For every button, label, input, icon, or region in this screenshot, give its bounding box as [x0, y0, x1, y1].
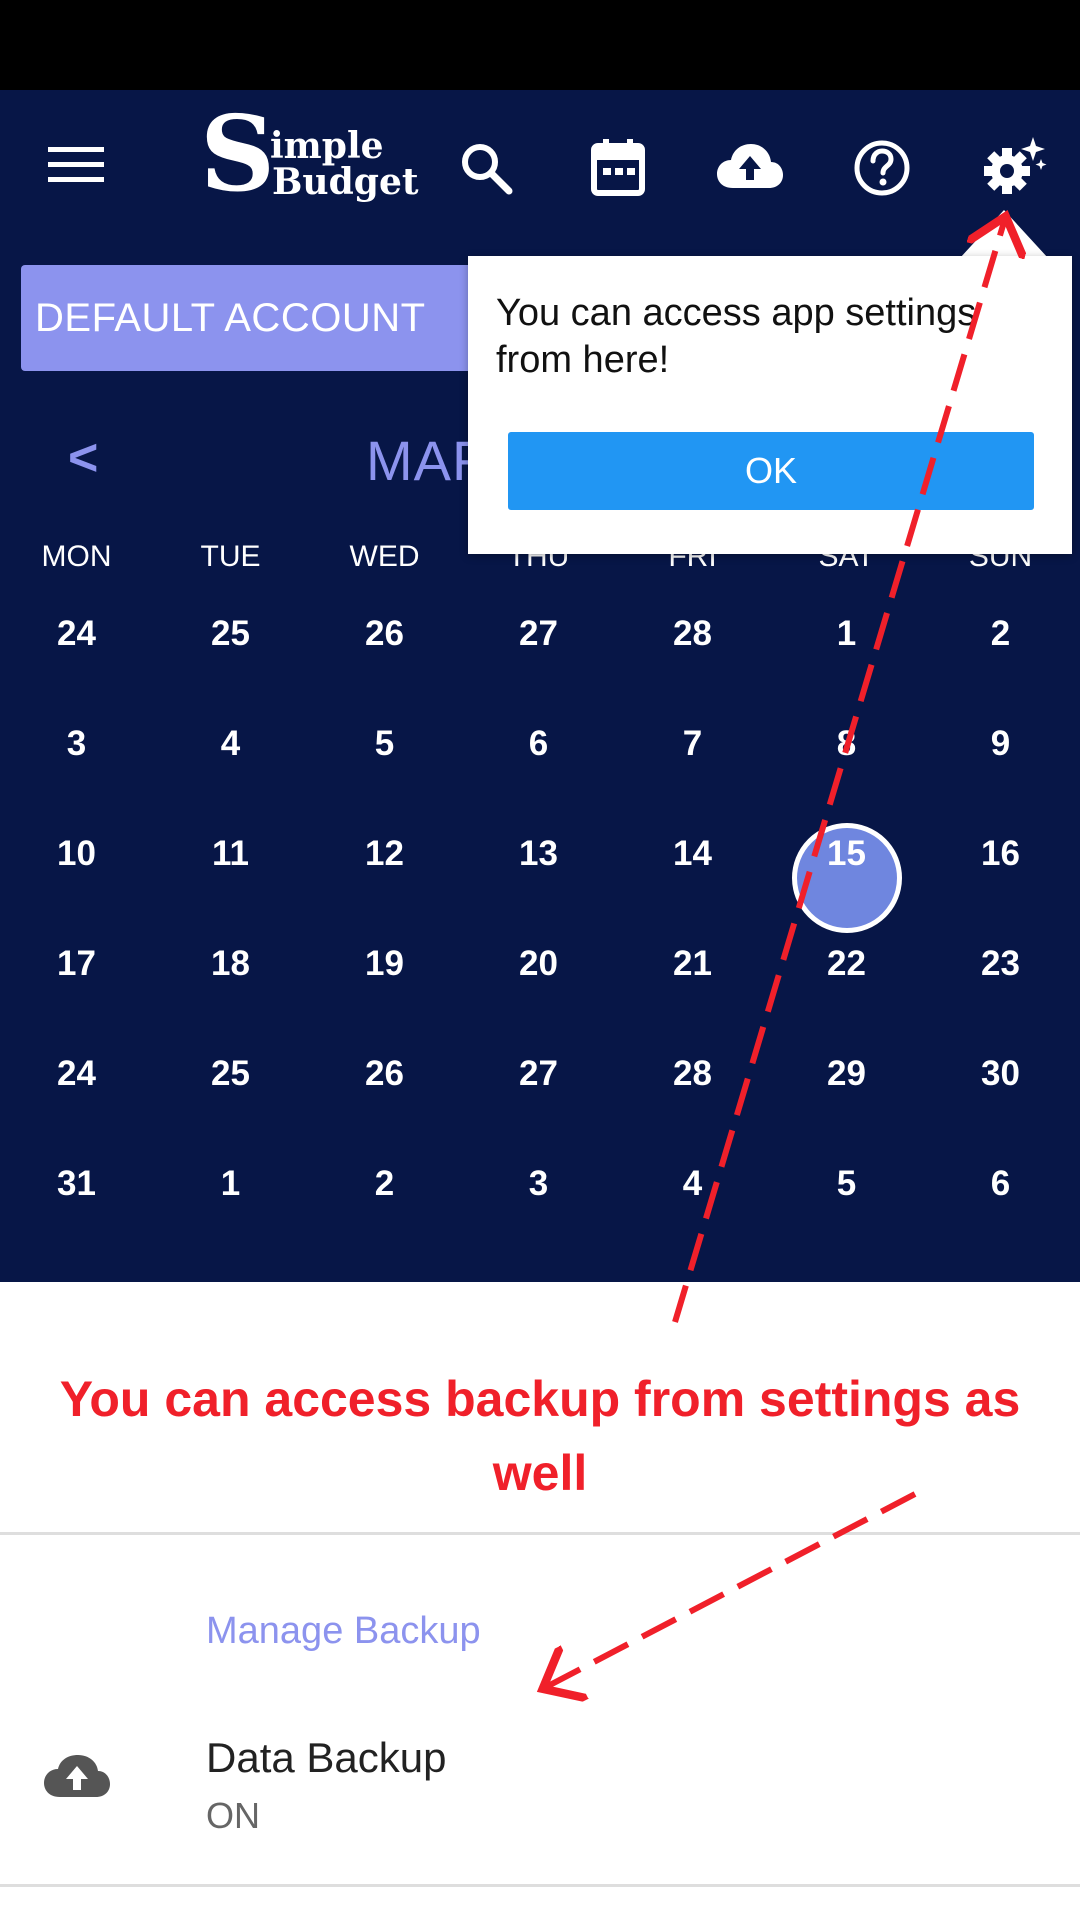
tooltip-ok-button[interactable]: OK [508, 432, 1034, 510]
calendar-day[interactable]: 14 [616, 834, 769, 874]
cloud-upload-icon [42, 1753, 116, 1803]
logo-word-budget: Budget [272, 161, 419, 203]
calendar-day[interactable]: 8 [770, 724, 923, 764]
calendar-day[interactable]: 19 [308, 944, 461, 984]
calendar-day[interactable]: 13 [462, 834, 615, 874]
search-icon[interactable] [456, 138, 516, 198]
calendar-day[interactable]: 12 [308, 834, 461, 874]
calendar-day[interactable]: 27 [462, 1054, 615, 1094]
annotation-text: You can access backup from settings as w… [0, 1362, 1080, 1510]
status-bar [0, 0, 1080, 90]
weekday-wed: WED [349, 540, 420, 573]
calendar-day[interactable]: 20 [462, 944, 615, 984]
help-circle-icon[interactable] [852, 138, 912, 198]
calendar-day[interactable]: 24 [0, 614, 153, 654]
divider-bottom [0, 1884, 1080, 1887]
calendar-day[interactable]: 28 [616, 614, 769, 654]
calendar-day[interactable]: 22 [770, 944, 923, 984]
calendar-day[interactable]: 3 [0, 724, 153, 764]
annotation-line-2: well [492, 1445, 588, 1501]
calendar-day[interactable]: 31 [0, 1164, 153, 1204]
calendar-day[interactable]: 11 [154, 834, 307, 874]
calendar-day[interactable]: 29 [770, 1054, 923, 1094]
calendar-day[interactable]: 25 [154, 1054, 307, 1094]
cloud-upload-icon[interactable] [714, 140, 786, 194]
logo-letter: S [200, 92, 276, 215]
calendar-day[interactable]: 25 [154, 614, 307, 654]
calendar-day[interactable]: 28 [616, 1054, 769, 1094]
weekday-tue: TUE [200, 540, 261, 573]
calendar-day[interactable]: 26 [308, 614, 461, 654]
data-backup-title: Data Backup [206, 1734, 447, 1781]
calendar-day[interactable]: 30 [924, 1054, 1077, 1094]
calendar-day[interactable]: 5 [770, 1164, 923, 1204]
calendar-day[interactable]: 15 [770, 834, 923, 874]
logo-word-simple: imple [270, 125, 384, 167]
calendar-day[interactable]: 4 [154, 724, 307, 764]
calendar-day[interactable]: 21 [616, 944, 769, 984]
calendar-day[interactable]: 10 [0, 834, 153, 874]
hamburger-menu-icon[interactable] [44, 140, 108, 190]
calendar-day[interactable]: 27 [462, 614, 615, 654]
settings-category-manage-backup: Manage Backup [206, 1610, 481, 1652]
calendar-day[interactable]: 6 [924, 1164, 1077, 1204]
weekday-mon: MON [41, 540, 112, 573]
calendar-day[interactable]: 1 [770, 614, 923, 654]
calendar-day[interactable]: 2 [308, 1164, 461, 1204]
annotation-line-1: You can access backup from settings as [59, 1371, 1021, 1427]
calendar-day[interactable]: 9 [924, 724, 1077, 764]
calendar-day[interactable]: 2 [924, 614, 1077, 654]
settings-gear-icon[interactable] [980, 134, 1048, 198]
calendar-day[interactable]: 16 [924, 834, 1077, 874]
calendar-day[interactable]: 5 [308, 724, 461, 764]
settings-tooltip: You can access app settings from here! O… [468, 256, 1072, 554]
calendar-day[interactable]: 4 [616, 1164, 769, 1204]
calendar-day[interactable]: 7 [616, 724, 769, 764]
calendar-day[interactable]: 24 [0, 1054, 153, 1094]
calendar-day[interactable]: 26 [308, 1054, 461, 1094]
calendar-day[interactable]: 23 [924, 944, 1077, 984]
simple-budget-logo: S imple Budget [200, 102, 420, 218]
calendar-day[interactable]: 17 [0, 944, 153, 984]
arrow-to-data-backup [548, 1491, 917, 1686]
account-selector-button[interactable]: DEFAULT ACCOUNT [21, 265, 491, 371]
divider-top [0, 1532, 1080, 1535]
calendar-icon[interactable] [588, 136, 648, 198]
data-backup-status: ON [206, 1795, 260, 1836]
tooltip-pointer [960, 210, 1048, 258]
calendar-day[interactable]: 18 [154, 944, 307, 984]
calendar-day[interactable]: 3 [462, 1164, 615, 1204]
calendar-day[interactable]: 1 [154, 1164, 307, 1204]
calendar-day[interactable]: 6 [462, 724, 615, 764]
tooltip-message: You can access app settings from here! [496, 292, 977, 381]
previous-month-button[interactable]: < [68, 428, 98, 488]
